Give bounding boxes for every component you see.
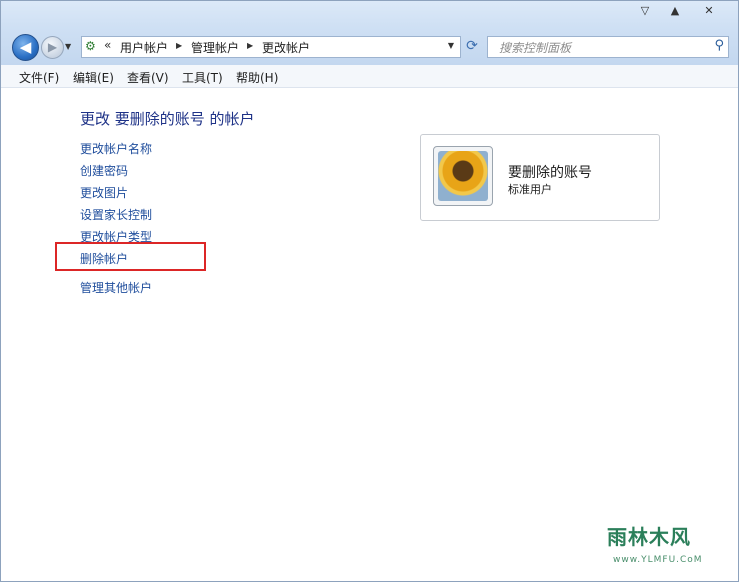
account-name: 要删除的账号 <box>508 165 592 181</box>
back-arrow-icon[interactable]: ◀ <box>12 34 39 61</box>
address-bar[interactable]: ⚙ « 用户帐户 ▶ 管理帐户 ▶ 更改帐户 ▼ <box>81 36 461 58</box>
main-content: 更改 要删除的账号 的帐户 更改帐户名称 创建密码 更改图片 设置家长控制 更改… <box>1 88 738 581</box>
explorer-window: ▽ ▲ ✕ ◀ ▶ ▼ ⚙ « 用户帐户 ▶ 管理帐户 ▶ 更改帐户 ▼ ⟳ 搜… <box>0 0 739 582</box>
account-role: 标准用户 <box>508 183 552 196</box>
menu-bar: 文件(F) 编辑(E) 查看(V) 工具(T) 帮助(H) <box>1 65 738 88</box>
task-manage-other-accounts[interactable]: 管理其他帐户 <box>80 279 152 296</box>
menu-file[interactable]: 文件(F) <box>19 69 59 86</box>
highlight-box <box>55 242 206 271</box>
avatar-frame <box>433 146 493 206</box>
forward-arrow-icon[interactable]: ▶ <box>41 36 64 59</box>
menu-help[interactable]: 帮助(H) <box>236 69 278 86</box>
page-title: 更改 要删除的账号 的帐户 <box>80 110 255 128</box>
refresh-icon[interactable]: ⟳ <box>461 36 483 56</box>
menu-edit[interactable]: 编辑(E) <box>73 69 114 86</box>
menu-view[interactable]: 查看(V) <box>127 69 169 86</box>
close-icon[interactable]: ✕ <box>697 3 721 19</box>
task-create-password[interactable]: 创建密码 <box>80 162 128 179</box>
minimize-icon[interactable]: ▲ <box>663 3 687 19</box>
control-panel-icon: ⚙ <box>85 39 96 53</box>
breadcrumb-separator-icon[interactable]: ▶ <box>176 41 182 50</box>
sunflower-avatar-icon <box>438 151 488 201</box>
task-rename-account[interactable]: 更改帐户名称 <box>80 140 152 157</box>
caption-dropdown-icon[interactable]: ▽ <box>633 3 657 19</box>
menu-tools[interactable]: 工具(T) <box>182 69 223 86</box>
search-input[interactable]: 搜索控制面板 <box>499 39 571 56</box>
title-bar: ▽ ▲ ✕ ◀ ▶ ▼ ⚙ « 用户帐户 ▶ 管理帐户 ▶ 更改帐户 ▼ ⟳ 搜… <box>1 1 738 65</box>
task-parental-controls[interactable]: 设置家长控制 <box>80 206 152 223</box>
recent-pages-dropdown-icon[interactable]: ▼ <box>65 42 71 51</box>
task-change-picture[interactable]: 更改图片 <box>80 184 128 201</box>
breadcrumb-user-accounts[interactable]: 用户帐户 <box>120 39 168 56</box>
breadcrumb-change-account[interactable]: 更改帐户 <box>262 39 310 56</box>
breadcrumb-separator-icon[interactable]: ▶ <box>247 41 253 50</box>
address-dropdown-icon[interactable]: ▼ <box>448 41 454 50</box>
overflow-chevron-icon[interactable]: « <box>104 38 111 52</box>
search-icon[interactable]: ⚲ <box>714 38 724 53</box>
watermark-url: www.YLMFU.CoM <box>613 555 703 565</box>
breadcrumb-manage-accounts[interactable]: 管理帐户 <box>191 39 239 56</box>
watermark-text: 雨林木风 <box>607 525 691 549</box>
search-box[interactable]: 搜索控制面板 ⚲ <box>487 36 729 58</box>
account-card: 要删除的账号 标准用户 <box>420 134 660 221</box>
watermark-logo: 雨林木风 www.YLMFU.CoM <box>607 521 727 571</box>
